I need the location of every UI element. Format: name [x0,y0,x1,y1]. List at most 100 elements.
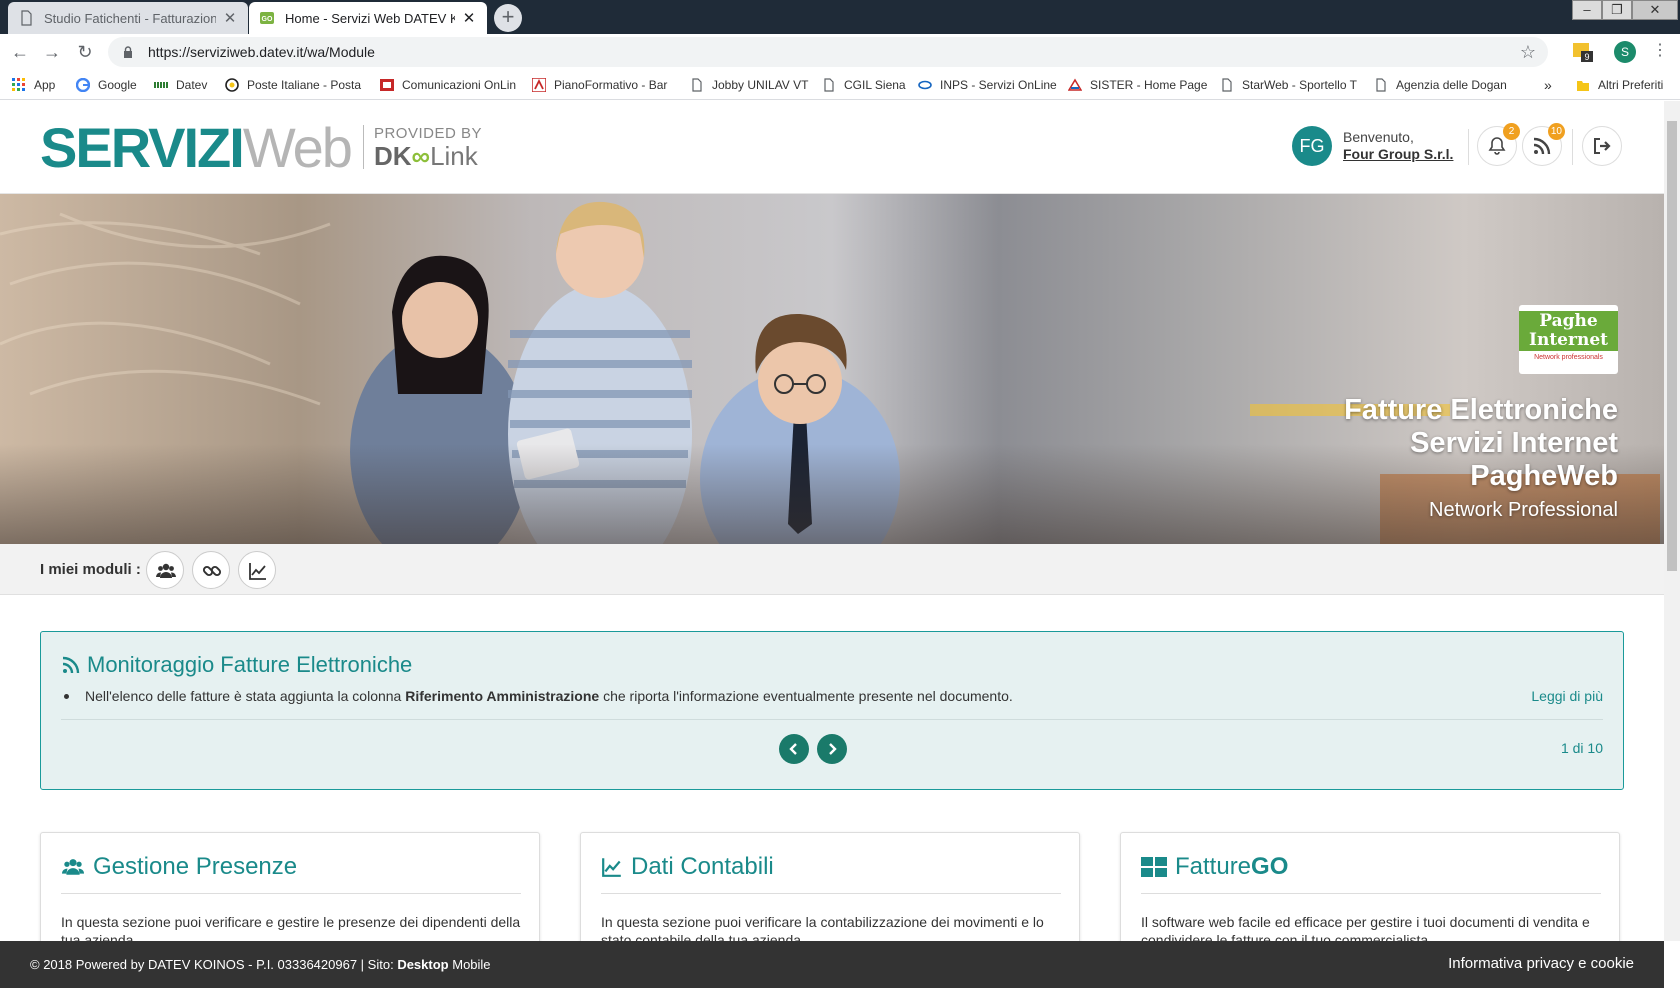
hero-line-2: Servizi Internet [1410,427,1618,459]
card-fatturego[interactable]: Fatture GO Il software web facile ed effi… [1120,832,1620,941]
bell-icon [1488,137,1506,155]
logout-icon [1594,138,1611,154]
provided-by-label: PROVIDED BY [373,124,482,142]
welcome-block: Benvenuto, Four Group S.r.l. [1343,129,1453,163]
news-prev-button[interactable] [779,734,809,764]
hero-banner: Paghe Internet Network professionals Fat… [0,194,1664,544]
feed-badge: 10 [1547,123,1565,140]
close-window-button[interactable]: ✕ [1632,0,1678,20]
bookmark-inps[interactable]: INPS - Servizi OnLine [918,70,1057,100]
news-title: Monitoraggio Fatture Elettroniche [61,652,412,678]
bookmark-comunicazioni[interactable]: Comunicazioni OnLin [380,70,516,100]
card-dati-contabili[interactable]: Dati Contabili In questa sezione puoi ve… [580,832,1080,941]
extension-badge: 9 [1584,52,1589,62]
google-icon [76,78,90,92]
page-icon [1222,78,1232,92]
lock-icon [124,46,132,58]
bookmark-app[interactable]: App [12,70,55,100]
back-button[interactable]: ← [8,40,32,64]
close-tab-icon[interactable]: ✕ [461,9,477,27]
restore-window-button[interactable]: ❐ [1602,0,1632,20]
read-more-link[interactable]: Leggi di più [1531,688,1603,704]
browser-menu-icon[interactable]: ⋮ [1652,40,1668,60]
module-dati-contabili-button[interactable] [238,551,276,589]
datev-icon [154,82,168,88]
rss-icon [1533,137,1551,155]
card-description: In questa sezione puoi verificare la con… [601,914,1044,941]
svg-text:GO: GO [262,16,273,23]
bookmark-jobby[interactable]: Jobby UNILAV VT [690,70,808,100]
page-icon [21,10,32,26]
datev-go-favicon-icon: GO [260,12,274,24]
news-next-button[interactable] [817,734,847,764]
card-title: Dati Contabili [601,853,774,881]
module-gestione-presenze-button[interactable] [146,551,184,589]
poste-icon [225,78,239,92]
sister-icon [1068,78,1082,91]
module-link-button[interactable] [192,551,230,589]
apps-grid-icon [12,78,25,91]
reload-button[interactable]: ↻ [73,40,97,64]
privacy-link[interactable]: Informativa privacy e cookie [1448,955,1634,972]
site-footer: © 2018 Powered by DATEV KOINOS - P.I. 03… [0,941,1664,988]
desktop-link[interactable]: Desktop [397,957,448,972]
notifications-button[interactable]: 2 [1477,123,1520,166]
bookmark-datev[interactable]: Datev [154,70,207,100]
bookmark-poste-italiane[interactable]: Poste Italiane - Posta [225,70,361,100]
logout-button[interactable] [1582,126,1622,166]
welcome-label: Benvenuto, [1343,129,1414,145]
site-header: SERVIZI Web PROVIDED BY DK∞Link FG Benven… [0,101,1664,194]
page-scrollbar[interactable] [1664,101,1680,941]
browser-tab-home-servizi-web[interactable]: GO Home - Servizi Web DATEV KOINOS ✕ [249,2,487,34]
users-icon [61,859,85,875]
bookmark-google[interactable]: Google [76,70,137,100]
minimize-window-button[interactable]: – [1572,0,1602,20]
chart-line-icon [249,563,266,580]
chart-line-icon [602,858,621,877]
serviziweb-logo[interactable]: SERVIZI Web PROVIDED BY DK∞Link [40,116,482,179]
extension-icon[interactable]: 9 [1571,40,1593,62]
address-bar[interactable]: https://serviziweb.datev.it/wa/Module ☆ [108,37,1548,67]
bookmark-other-folder[interactable]: Altri Preferiti [1576,70,1663,100]
feed-button[interactable]: 10 [1522,123,1565,166]
tab-title: Studio Fatichenti - Fatturazione E [44,10,216,26]
bookmark-star-icon[interactable]: ☆ [1520,42,1536,63]
company-link[interactable]: Four Group S.r.l. [1343,146,1453,163]
bookmarks-overflow-button[interactable]: » [1544,70,1552,100]
news-text: Nell'elenco delle fatture è stata aggiun… [85,688,1013,704]
forward-button[interactable]: → [40,40,64,64]
pianoformativo-icon [532,78,546,92]
page-icon [824,78,834,92]
bookmark-cgil[interactable]: CGIL Siena [822,70,906,100]
users-icon [156,563,176,578]
scrollbar-thumb[interactable] [1667,121,1677,571]
dklink-logo: DK∞Link [373,140,478,171]
hero-line-1: Fatture Elettroniche [1344,394,1618,426]
bookmark-agenzia-dogane[interactable]: Agenzia delle Dogan [1374,70,1507,100]
profile-avatar[interactable]: S [1614,41,1636,63]
hero-line-3: PagheWeb [1470,460,1618,492]
news-pager: 1 di 10 [1560,740,1603,756]
card-title: Fatture GO [1141,853,1288,881]
card-description: Il software web facile ed efficace per g… [1141,914,1590,941]
rss-icon [62,656,80,674]
browser-tab-studio-fatichenti[interactable]: Studio Fatichenti - Fatturazione E ✕ [8,2,248,34]
card-gestione-presenze[interactable]: Gestione Presenze In questa sezione puoi… [40,832,540,941]
bookmark-pianoformativo[interactable]: PianoFormativo - Bar [532,70,667,100]
bookmarks-bar: App Google Datev Poste Italiane - Posta … [0,70,1680,100]
tab-title: Home - Servizi Web DATEV KOINOS [285,10,455,26]
new-tab-button[interactable]: + [494,4,522,32]
bookmark-starweb[interactable]: StarWeb - Sportello T [1220,70,1357,100]
hero-text-block: Fatture Elettroniche Servizi Internet Pa… [1344,394,1618,522]
mobile-link[interactable]: Mobile [452,957,490,972]
card-title: Gestione Presenze [61,853,297,881]
link-icon [202,565,222,577]
chevron-right-icon [829,743,837,755]
notifications-badge: 2 [1503,123,1520,140]
bookmark-sister[interactable]: SISTER - Home Page [1068,70,1207,100]
page-icon [1376,78,1386,92]
close-tab-icon[interactable]: ✕ [222,9,238,27]
folder-icon [1577,81,1589,91]
browser-toolbar: ← → ↻ https://serviziweb.datev.it/wa/Mod… [0,34,1680,70]
user-avatar[interactable]: FG [1292,126,1332,166]
